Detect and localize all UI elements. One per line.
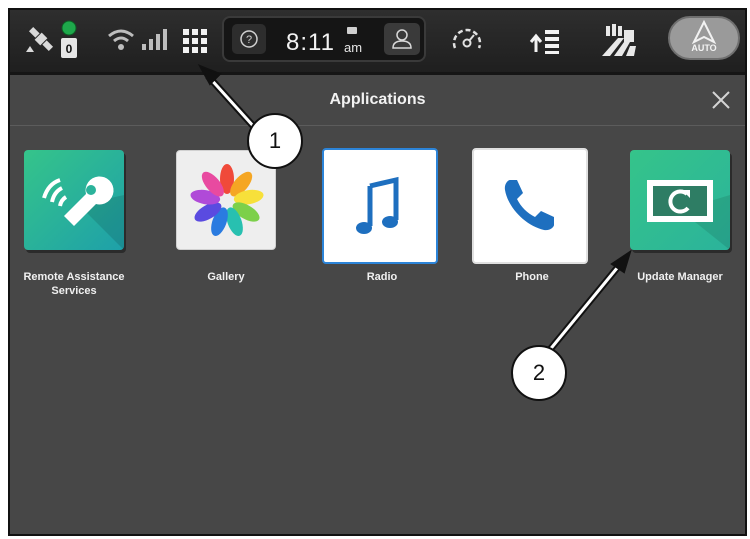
- clock-panel: ? 8:11 am: [222, 16, 426, 62]
- satellite-count: 0: [65, 42, 73, 56]
- user-button[interactable]: [384, 23, 420, 55]
- wifi-icon: [106, 26, 136, 54]
- apps-grid-icon[interactable]: [180, 26, 210, 56]
- close-button[interactable]: [708, 87, 734, 113]
- close-icon: [712, 91, 730, 109]
- applications-header: Applications: [10, 75, 745, 126]
- cellular-signal-icon: [140, 26, 172, 52]
- auto-steer-button[interactable]: AUTO: [668, 16, 740, 60]
- satellite-icon[interactable]: [24, 22, 58, 56]
- app-label: Update Manager: [637, 271, 723, 283]
- camera-icon: [347, 27, 357, 34]
- app-label: Phone: [515, 271, 549, 283]
- gps-status-icon: 0: [58, 18, 80, 64]
- svg-text:?: ?: [246, 34, 252, 46]
- app-label: Remote Assistance Services: [23, 271, 125, 297]
- field-icon[interactable]: [600, 20, 640, 60]
- wrench-signal-icon: [24, 150, 124, 250]
- auto-label: AUTO: [691, 43, 717, 53]
- device-screen: 0 ? 8:11 am AUTO Applications Remote Ass…: [8, 8, 747, 536]
- phone-icon: [472, 148, 588, 264]
- callout-2: 2: [511, 345, 567, 401]
- help-icon: ?: [240, 30, 258, 48]
- help-button[interactable]: ?: [232, 24, 266, 54]
- speedometer-icon[interactable]: [450, 24, 484, 56]
- refresh-screen-icon: [630, 150, 730, 250]
- clock-ampm: am: [344, 40, 363, 55]
- music-note-icon: [322, 148, 438, 264]
- clock-time: 8:11: [286, 29, 335, 56]
- app-label: Gallery: [207, 271, 245, 283]
- app-label: Radio: [366, 271, 398, 283]
- user-icon: [392, 29, 412, 49]
- upload-list-icon[interactable]: [528, 24, 564, 56]
- status-bar: 0 ? 8:11 am AUTO: [10, 10, 745, 75]
- callout-1: 1: [247, 113, 303, 169]
- page-title: Applications: [329, 91, 426, 108]
